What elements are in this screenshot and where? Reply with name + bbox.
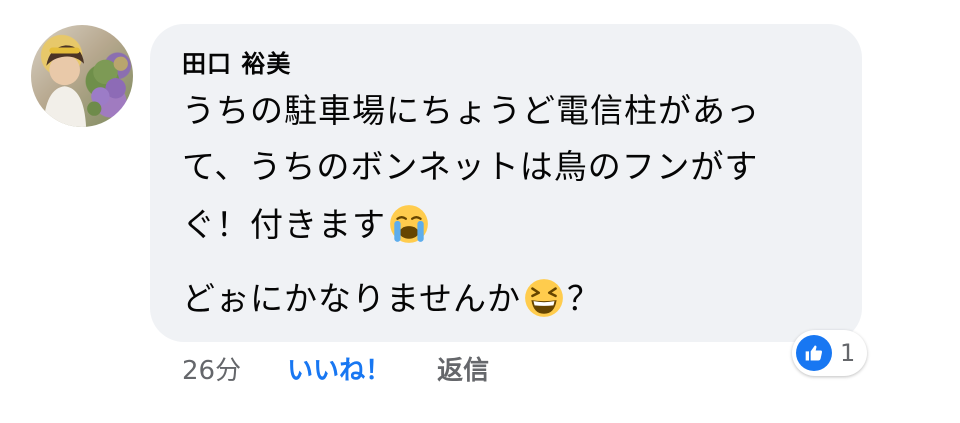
thumbs-up-icon bbox=[796, 335, 832, 371]
avatar[interactable] bbox=[31, 25, 133, 127]
grinning-squinting-face-emoji bbox=[523, 277, 565, 319]
comment-text-line-4-text: どぉにかなりませんか bbox=[182, 279, 522, 318]
comment-text-line-4: どぉにかなりませんか ？ bbox=[182, 272, 601, 322]
reaction-summary[interactable]: 1 bbox=[792, 330, 868, 376]
comment-text-line-3: ぐ！付きます bbox=[182, 198, 432, 248]
comment-text-line-2: て、うちのボンネットは鳥のフンがす bbox=[182, 147, 759, 186]
comment-text-line-1: うちの駐車場にちょうど電信柱があっ bbox=[182, 91, 760, 130]
comment-timestamp[interactable]: 26分 bbox=[182, 350, 241, 387]
crying-face-emoji bbox=[388, 203, 430, 245]
comment-text-line-3-text: ぐ！付きます bbox=[182, 205, 386, 244]
comment-actions: 26分 いいね！ 返信 bbox=[182, 350, 489, 386]
reply-button[interactable]: 返信 bbox=[437, 350, 489, 387]
avatar-photo bbox=[43, 45, 128, 127]
comment-container: 田口 裕美 うちの駐車場にちょうど電信柱があっ て、うちのボンネットは鳥のフンが… bbox=[0, 0, 960, 423]
comment-author[interactable]: 田口 裕美 bbox=[182, 44, 291, 79]
reaction-count: 1 bbox=[840, 339, 856, 367]
comment-text-line-4-end: ？ bbox=[567, 279, 602, 318]
like-button[interactable]: いいね！ bbox=[287, 350, 391, 387]
